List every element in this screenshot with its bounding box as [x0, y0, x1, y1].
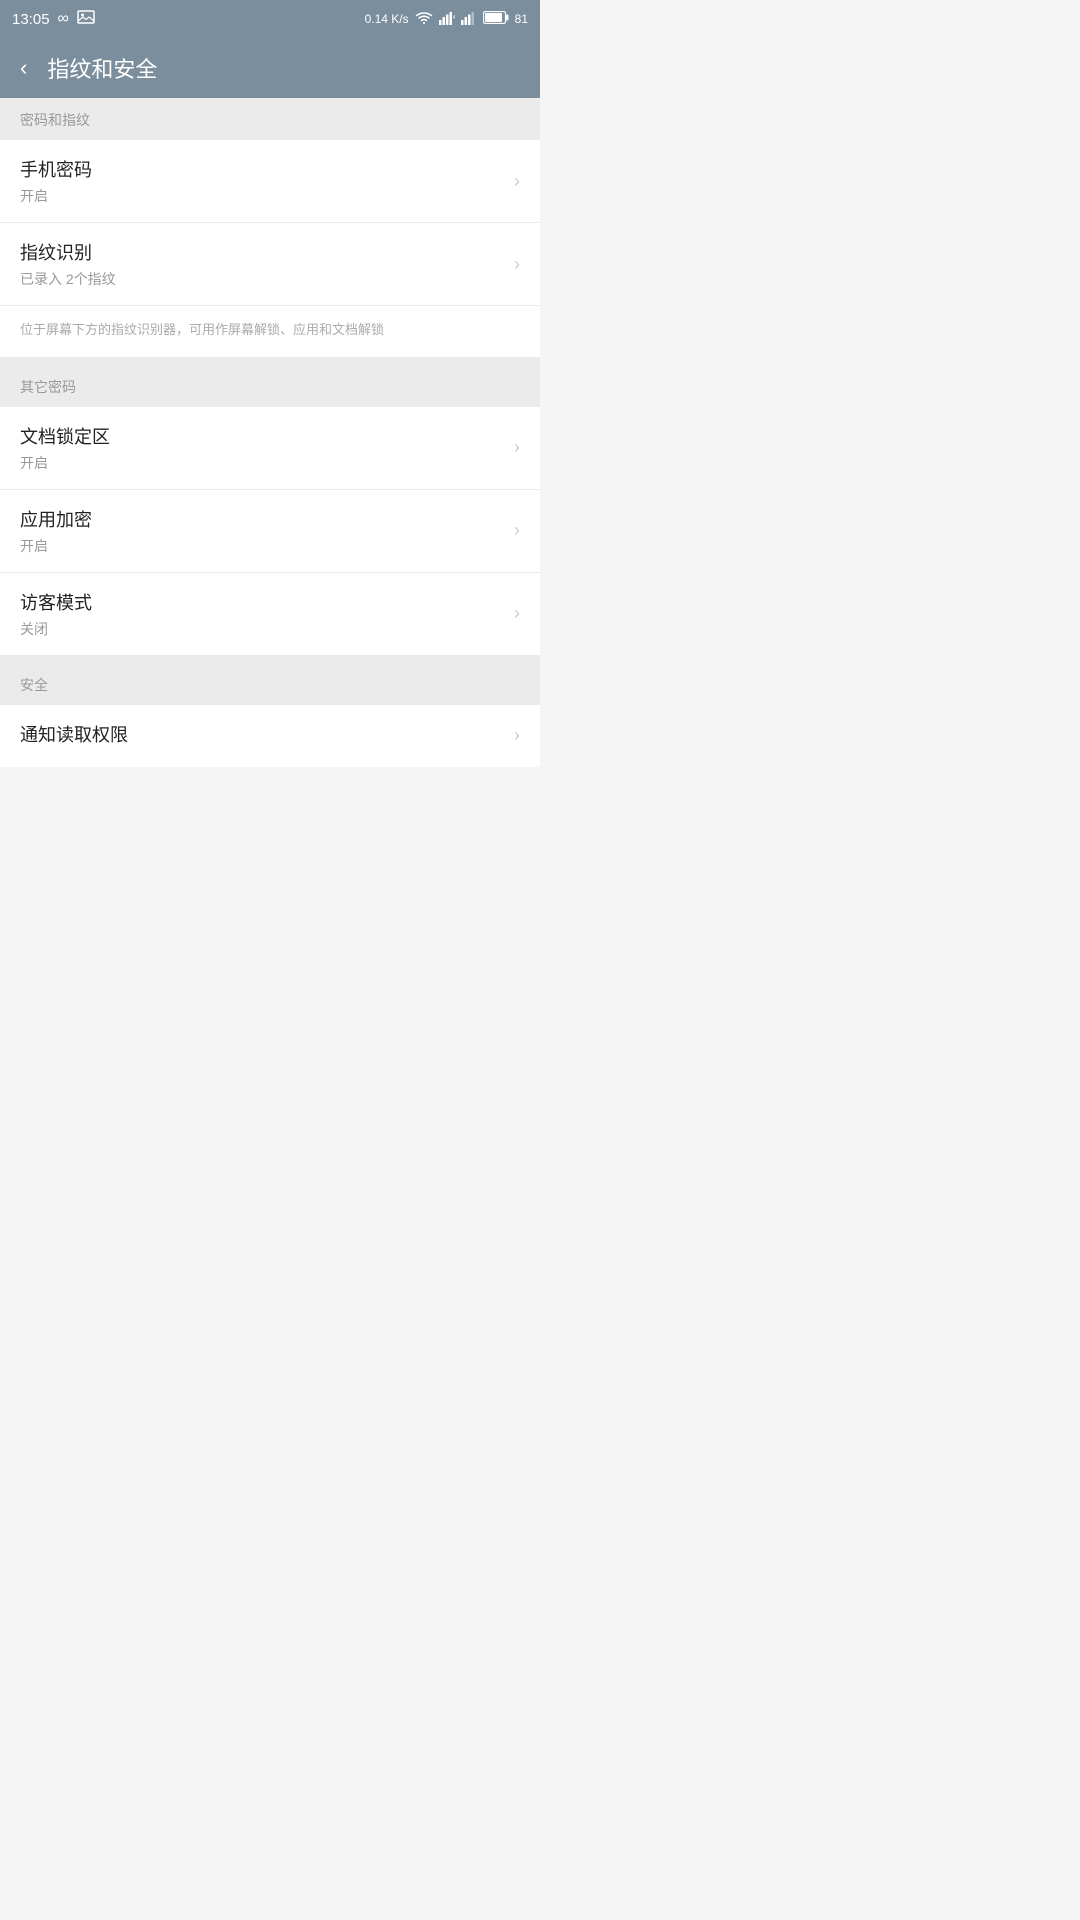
settings-content: 密码和指纹 手机密码 开启 › 指纹识别 已录入 2个指纹 › 位于屏幕下方的指… [0, 98, 540, 767]
time-display: 13:05 [12, 11, 50, 28]
section-other-passwords: 文档锁定区 开启 › 应用加密 开启 › 访客模式 关闭 › [0, 407, 540, 655]
section-header-other-passwords: 其它密码 [0, 365, 540, 407]
menu-item-app-encrypt[interactable]: 应用加密 开启 › [0, 490, 540, 573]
section-password-fingerprint: 手机密码 开启 › 指纹识别 已录入 2个指纹 › 位于屏幕下方的指纹识别器，可… [0, 140, 540, 365]
menu-item-phone-password-content: 手机密码 开启 [20, 156, 502, 206]
wifi-icon [415, 11, 433, 28]
menu-item-fingerprint[interactable]: 指纹识别 已录入 2个指纹 › [0, 223, 540, 306]
page-header: ‹ 指纹和安全 [0, 38, 540, 98]
section-header-security: 安全 [0, 663, 540, 705]
menu-item-guest-mode-content: 访客模式 关闭 [20, 589, 502, 639]
menu-item-app-encrypt-subtitle: 开启 [20, 536, 502, 556]
page-title: 指纹和安全 [47, 52, 157, 84]
status-right: 0.14 K/s 4G [365, 11, 528, 28]
chevron-icon-guest-mode: › [514, 603, 520, 624]
section-divider-security [0, 655, 540, 663]
battery-level: 81 [515, 12, 528, 26]
menu-item-guest-mode[interactable]: 访客模式 关闭 › [0, 573, 540, 655]
chevron-icon-fingerprint: › [514, 254, 520, 275]
section-title-password-fingerprint: 密码和指纹 [20, 112, 90, 128]
menu-item-app-encrypt-title: 应用加密 [20, 506, 502, 532]
back-button[interactable]: ‹ [16, 47, 31, 89]
signal1-icon: 4G [439, 11, 455, 28]
fingerprint-description: 位于屏幕下方的指纹识别器，可用作屏幕解锁、应用和文档解锁 [20, 322, 384, 337]
menu-item-notification-permission-content: 通知读取权限 [20, 721, 502, 751]
chevron-icon-document-lock: › [514, 437, 520, 458]
chevron-icon-notification-permission: › [514, 725, 520, 746]
menu-item-document-lock[interactable]: 文档锁定区 开启 › [0, 407, 540, 490]
status-left: 13:05 ∞ [12, 10, 95, 28]
menu-item-app-encrypt-content: 应用加密 开启 [20, 506, 502, 556]
chevron-icon-phone-password: › [514, 171, 520, 192]
menu-item-document-lock-content: 文档锁定区 开启 [20, 423, 502, 473]
menu-item-document-lock-title: 文档锁定区 [20, 423, 502, 449]
signal2-icon [461, 11, 477, 28]
menu-item-document-lock-subtitle: 开启 [20, 453, 502, 473]
section-security: 通知读取权限 › [0, 705, 540, 767]
image-icon [77, 10, 95, 28]
menu-item-guest-mode-subtitle: 关闭 [20, 619, 502, 639]
menu-item-fingerprint-subtitle: 已录入 2个指纹 [20, 269, 502, 289]
menu-item-fingerprint-title: 指纹识别 [20, 239, 502, 265]
menu-item-fingerprint-content: 指纹识别 已录入 2个指纹 [20, 239, 502, 289]
menu-item-guest-mode-title: 访客模式 [20, 589, 502, 615]
speed-display: 0.14 K/s [365, 12, 409, 26]
chevron-icon-app-encrypt: › [514, 520, 520, 541]
menu-item-phone-password-subtitle: 开启 [20, 186, 502, 206]
section-title-other-passwords: 其它密码 [20, 379, 76, 395]
menu-item-phone-password-title: 手机密码 [20, 156, 502, 182]
section-header-password-fingerprint: 密码和指纹 [0, 98, 540, 140]
fingerprint-description-block: 位于屏幕下方的指纹识别器，可用作屏幕解锁、应用和文档解锁 [0, 306, 540, 365]
menu-item-notification-permission-title: 通知读取权限 [20, 721, 502, 747]
status-bar: 13:05 ∞ 0.14 K/s [0, 0, 540, 38]
svg-text:4G: 4G [453, 15, 455, 21]
menu-item-notification-permission[interactable]: 通知读取权限 › [0, 705, 540, 767]
section-title-security: 安全 [20, 677, 48, 693]
battery-icon [483, 11, 509, 27]
infinity-icon: ∞ [58, 10, 69, 28]
menu-item-phone-password[interactable]: 手机密码 开启 › [0, 140, 540, 223]
